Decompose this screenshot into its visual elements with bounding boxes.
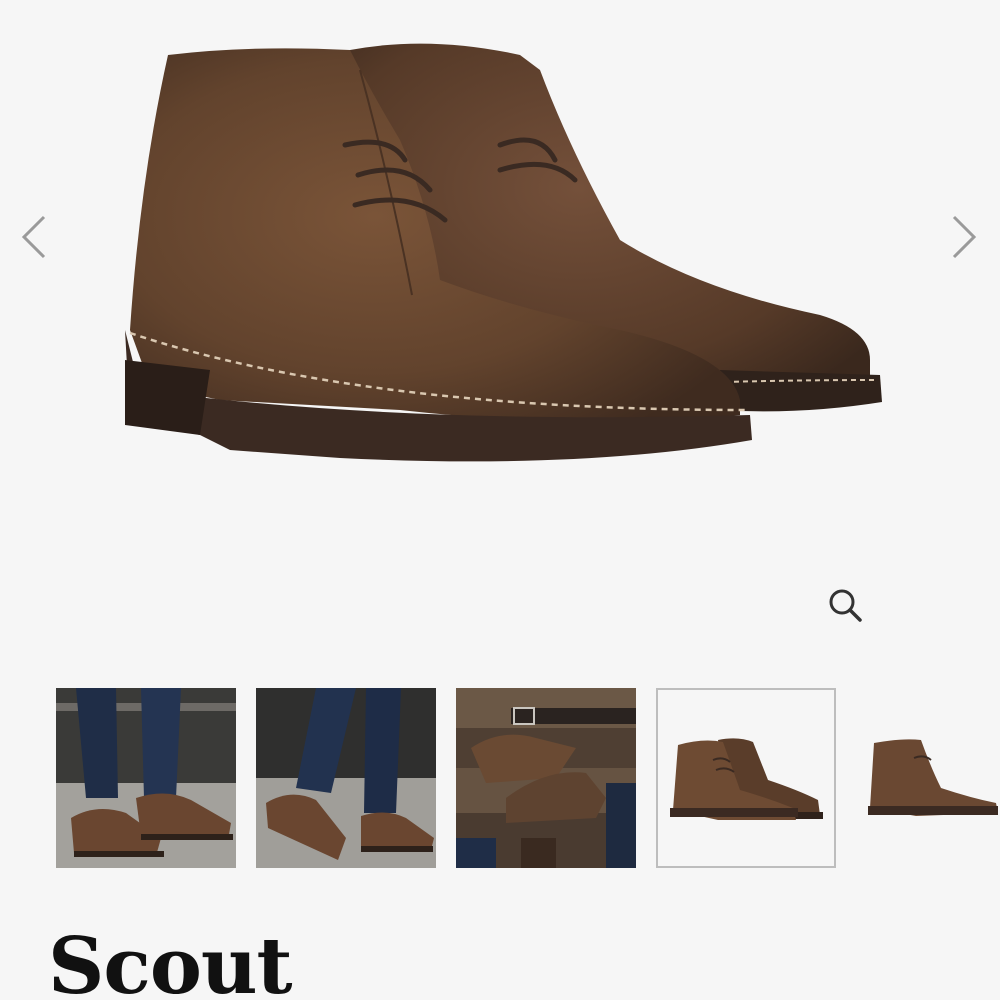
- thumbnail-5[interactable]: [856, 688, 1000, 868]
- thumbnail-3[interactable]: [456, 688, 636, 868]
- thumbnail-image: [256, 688, 436, 868]
- zoom-button[interactable]: [824, 584, 868, 628]
- thumbnail-strip: [56, 688, 1000, 870]
- next-image-button[interactable]: [942, 212, 986, 262]
- thumbnail-1[interactable]: [56, 688, 236, 868]
- chukka-boots-image: [125, 43, 882, 462]
- chevron-left-icon: [21, 215, 46, 259]
- thumbnail-image: [56, 688, 236, 868]
- thumbnail-image: [456, 688, 636, 868]
- thumbnail-4[interactable]: [656, 688, 836, 868]
- product-page: Scout: [0, 0, 1000, 1000]
- zoom-magnifier-icon: [829, 589, 862, 622]
- thumbnail-image: [868, 739, 998, 816]
- chevron-right-icon: [952, 215, 977, 259]
- thumbnail-image: [670, 738, 823, 820]
- thumbnail-2[interactable]: [256, 688, 436, 868]
- product-hero-image: [0, 0, 1000, 640]
- previous-image-button[interactable]: [12, 212, 56, 262]
- product-title: Scout: [48, 921, 293, 1000]
